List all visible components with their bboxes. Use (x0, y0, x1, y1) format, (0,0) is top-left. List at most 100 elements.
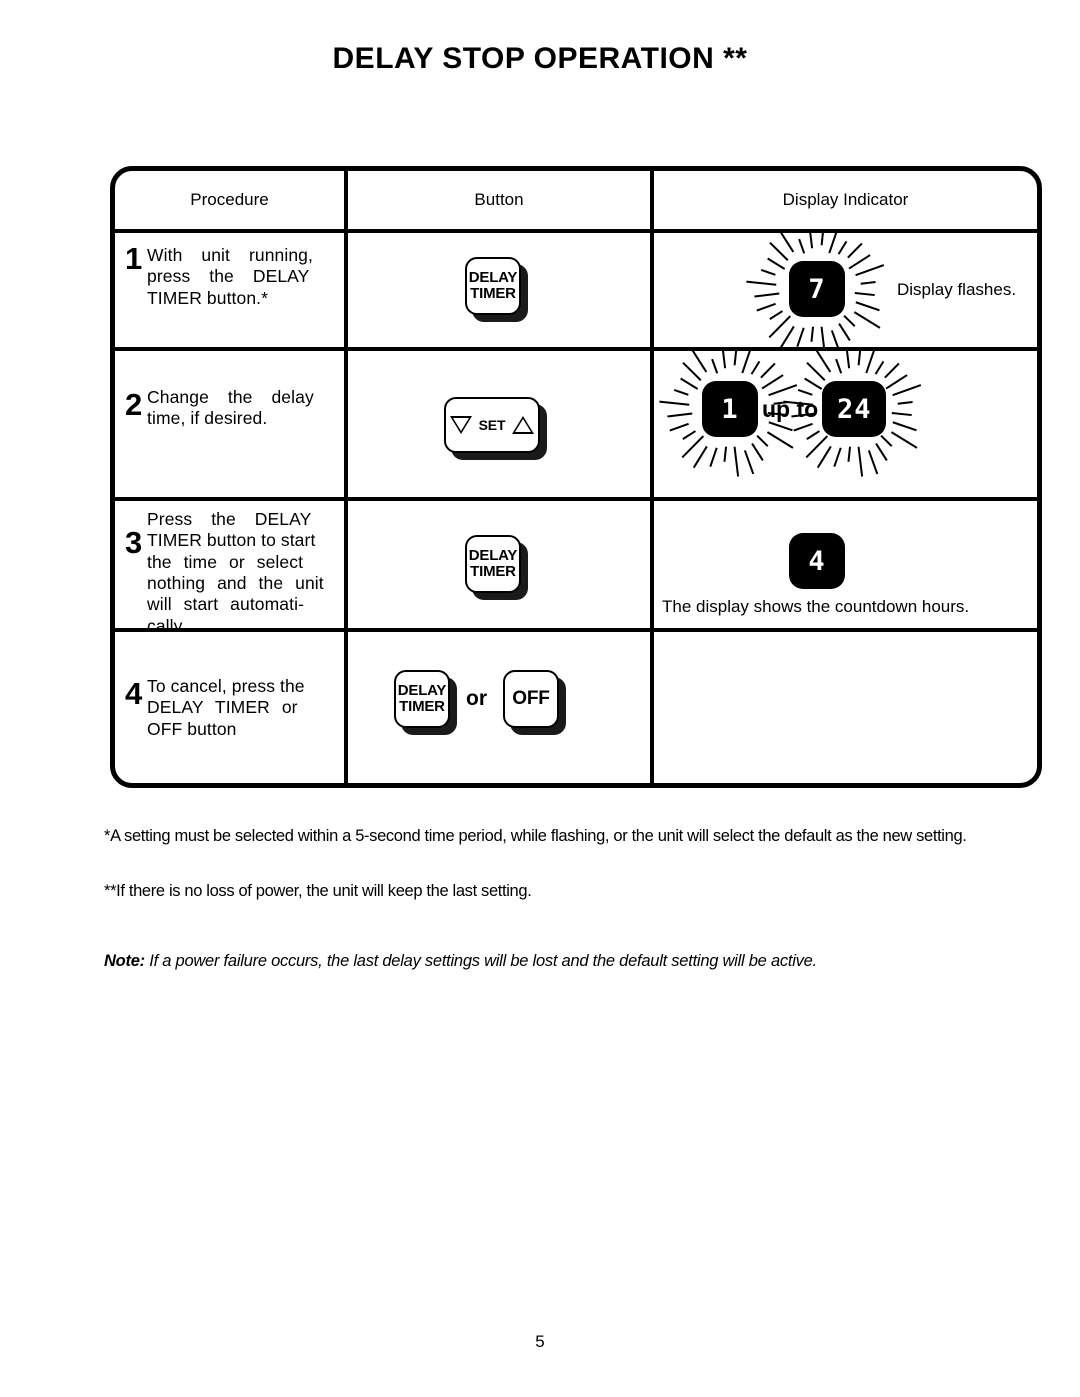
ray (847, 242, 863, 259)
ray (750, 360, 761, 375)
delay-timer-button-label-line1: DELAY (468, 269, 518, 287)
button-cell-step-4: DELAY TIMER or OFF (348, 632, 654, 785)
ray (760, 268, 776, 276)
delay-timer-button-label-line2: TIMER (399, 698, 445, 715)
delay-timer-button-label-line2: TIMER (470, 285, 516, 302)
ray (868, 450, 879, 475)
ray (776, 233, 795, 253)
ray (689, 351, 708, 373)
column-header-procedure: Procedure (115, 171, 348, 229)
ray (810, 326, 815, 342)
procedure-cell-step-1: 1 With unit running, press the DELAY TIM… (115, 233, 348, 347)
delay-timer-button[interactable]: DELAY TIMER (465, 257, 528, 322)
footnote-asterisk: *A setting must be selected within a 5-s… (104, 827, 967, 845)
ray (767, 257, 786, 270)
procedure-cell-step-2: 2 Change the delay time, if desired. (115, 351, 348, 497)
procedure-line: the time or select (147, 551, 304, 572)
ray (833, 447, 842, 468)
off-button[interactable]: OFF (503, 670, 566, 735)
procedure-cell-step-4: 4 To cancel, press the DELAY TIMER or OF… (115, 632, 348, 785)
ray (865, 351, 878, 374)
ray (828, 233, 840, 254)
procedure-line: nothing and the unit (147, 573, 324, 594)
procedure-line: Press the DELAY (147, 509, 312, 529)
ray (779, 325, 795, 347)
table-row: 1 With unit running, press the DELAY TIM… (115, 233, 1037, 351)
led-digits: 4 (808, 545, 826, 577)
range-connector-label: up to (762, 395, 819, 422)
delay-timer-button-label-line2: TIMER (470, 563, 516, 580)
ray (848, 254, 871, 270)
ray (659, 400, 690, 406)
set-button[interactable]: SET (444, 397, 547, 460)
ray (853, 311, 881, 329)
button-cell-step-2: SET (348, 351, 654, 497)
ray (681, 435, 705, 459)
ray (682, 430, 696, 440)
ray (847, 446, 852, 462)
procedure-line: time, if desired. (147, 408, 268, 429)
ray (857, 446, 864, 477)
note-line: Note: If a power failure occurs, the las… (104, 952, 817, 971)
ray (746, 280, 777, 286)
led-display-to: 24 (783, 351, 922, 477)
ray (855, 264, 885, 277)
ray (768, 421, 793, 432)
ray (835, 358, 843, 374)
ray (669, 422, 689, 432)
ray (804, 377, 823, 390)
ray (760, 362, 776, 379)
ray (885, 374, 908, 390)
ray (680, 377, 699, 390)
procedure-cell-step-3: 3 Press the DELAY TIMER button to start … (115, 501, 348, 628)
delay-timer-button-label-line1: DELAY (397, 682, 447, 700)
ray (820, 233, 826, 246)
procedure-table: Procedure Button Display Indicator 1 Wit… (110, 166, 1042, 788)
display-cell-step-4 (654, 632, 1037, 785)
table-row: 2 Change the delay time, if desired. SET (115, 351, 1037, 501)
procedure-text: With unit running, press the DELAY TIMER… (147, 245, 313, 309)
display-cell-step-1: 7 Display flashes. (654, 233, 1037, 347)
ray (751, 443, 764, 461)
procedure-line: TIMER button.* (147, 287, 269, 308)
off-button-label: OFF (512, 688, 550, 710)
ray (768, 315, 792, 339)
step-number: 3 (125, 525, 143, 560)
delay-timer-button[interactable]: DELAY TIMER (394, 670, 457, 735)
ray (733, 351, 739, 366)
ray (892, 421, 917, 432)
display-cell-step-3: 4 The display shows the countdown hours. (654, 501, 1037, 628)
ray (838, 323, 851, 341)
ray (723, 446, 728, 462)
procedure-line: Change the delay (147, 387, 314, 407)
procedure-line: TIMER button to start (147, 530, 316, 551)
ray (845, 351, 851, 369)
led-digits: 1 (721, 393, 739, 425)
procedure-text: Press the DELAY TIMER button to start th… (147, 509, 324, 628)
ray (754, 292, 780, 298)
ray (766, 431, 794, 449)
ray (798, 238, 806, 254)
ray (733, 446, 740, 477)
ray (854, 291, 875, 297)
footnote-double-asterisk: **If there is no loss of power, the unit… (104, 882, 532, 900)
led-digits: 7 (808, 273, 826, 305)
ray (820, 326, 827, 347)
table-header-row: Procedure Button Display Indicator (115, 171, 1037, 233)
down-triangle-icon (449, 416, 472, 434)
procedure-line: With unit running, (147, 245, 313, 265)
ray (769, 310, 783, 320)
procedure-line: To cancel, press the (147, 676, 305, 696)
delay-timer-button[interactable]: DELAY TIMER (465, 535, 528, 600)
ray (793, 422, 814, 432)
ray (769, 241, 789, 261)
ray (880, 434, 893, 447)
led-display-from: 1 (659, 351, 798, 477)
step-number: 4 (125, 676, 143, 711)
column-header-display-indicator: Display Indicator (782, 190, 909, 209)
ray (756, 302, 776, 312)
ray (806, 430, 821, 440)
procedure-text: To cancel, press the DELAY TIMER or OFF … (147, 676, 305, 740)
display-cell-step-2: 1 up to 24 (654, 351, 1037, 497)
ray (743, 450, 755, 475)
